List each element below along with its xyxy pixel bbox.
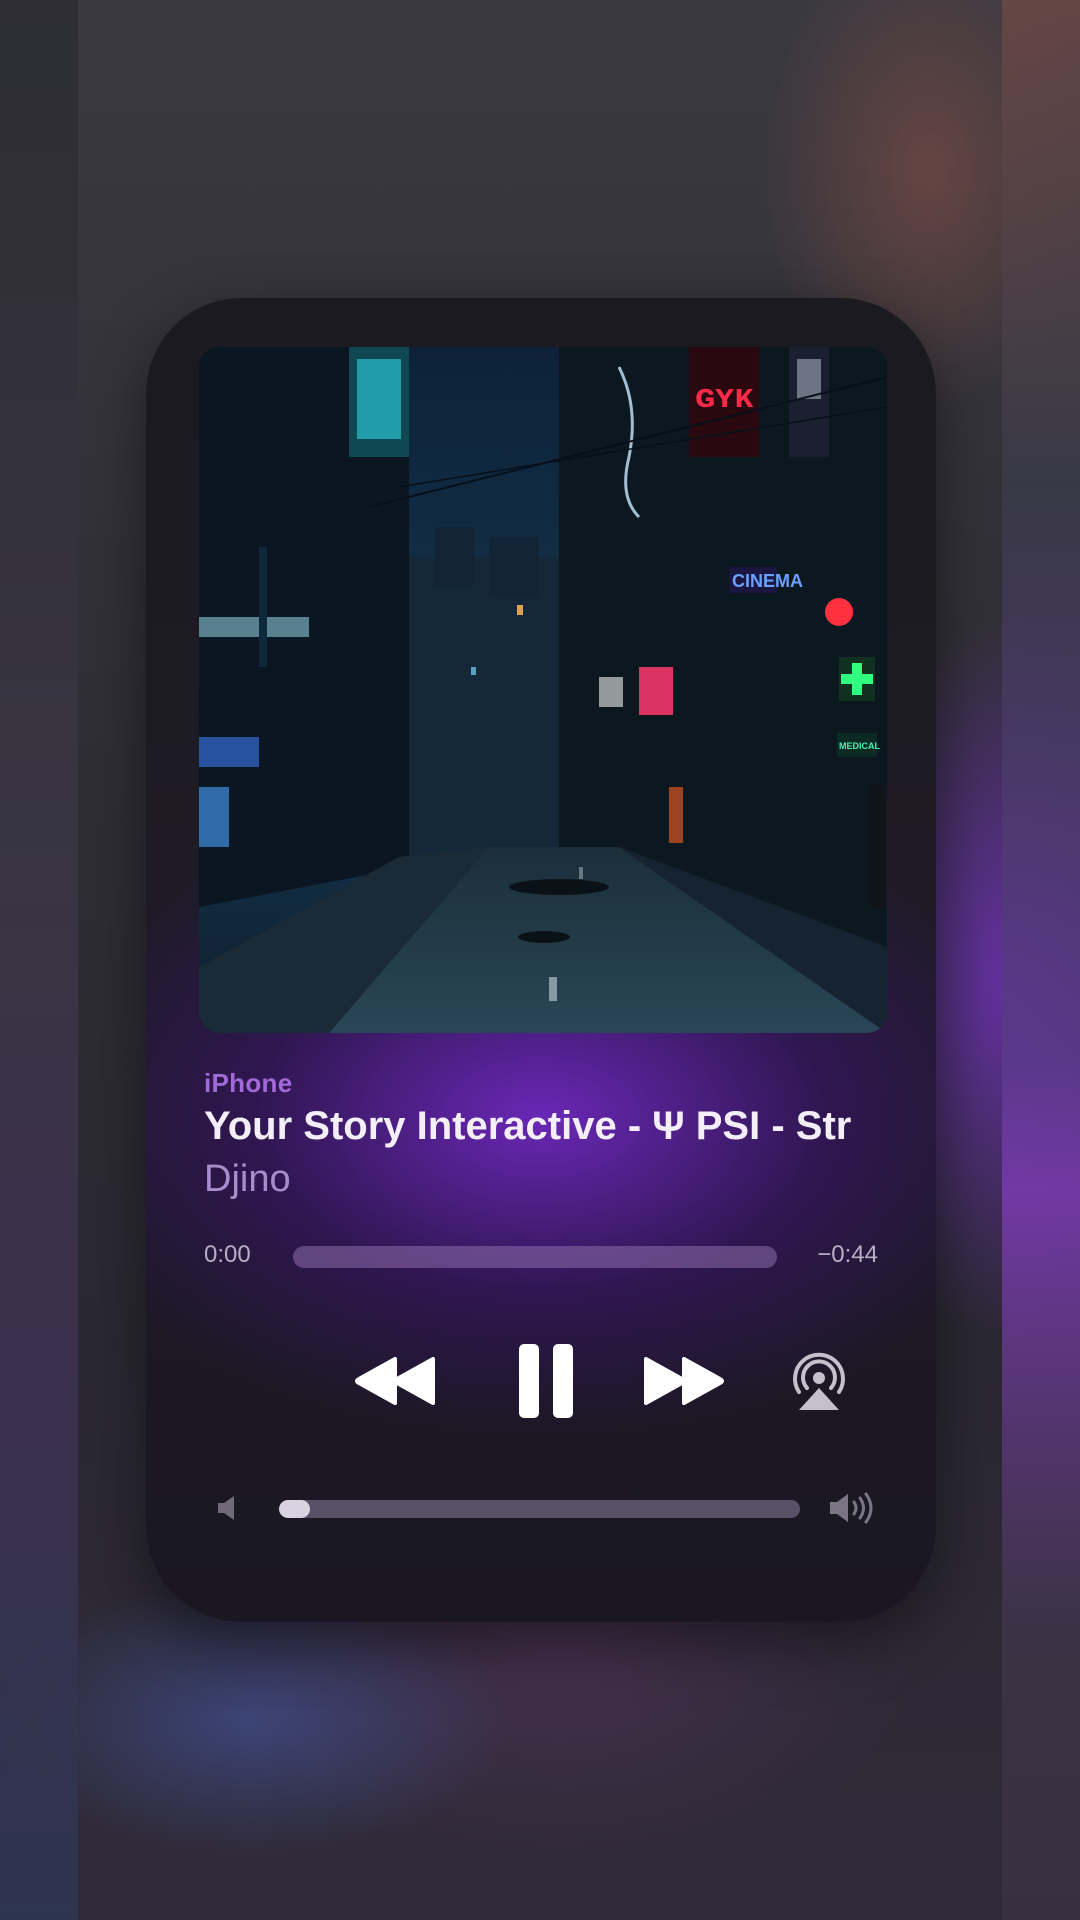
forward-icon bbox=[644, 1357, 724, 1405]
volume-min-indicator bbox=[214, 1494, 242, 1522]
fast-forward-button[interactable] bbox=[640, 1346, 726, 1416]
time-elapsed: 0:00 bbox=[204, 1241, 251, 1268]
volume-level-fill bbox=[279, 1500, 311, 1518]
backward-icon bbox=[355, 1357, 435, 1405]
output-device-label: iPhone bbox=[204, 1068, 293, 1098]
background-edge-left bbox=[0, 0, 78, 1920]
artist-name: Djino bbox=[204, 1158, 291, 1200]
album-artwork-illustration: ɢʏᴋ CINEMA MEDICAL bbox=[199, 347, 887, 1033]
speaker-high-icon bbox=[830, 1492, 873, 1524]
now-playing-card: ɢʏᴋ CINEMA MEDICAL iPhone Your Story Int… bbox=[146, 298, 936, 1622]
playback-scrubber[interactable] bbox=[293, 1246, 777, 1268]
airplay-audio-icon bbox=[793, 1352, 845, 1410]
svg-text:ɢʏᴋ: ɢʏᴋ bbox=[695, 377, 753, 415]
rewind-button[interactable] bbox=[353, 1346, 439, 1416]
speaker-low-icon bbox=[218, 1496, 234, 1520]
airplay-button[interactable] bbox=[784, 1346, 854, 1416]
album-artwork: ɢʏᴋ CINEMA MEDICAL bbox=[199, 347, 887, 1033]
time-remaining: −0:44 bbox=[817, 1241, 878, 1268]
pause-button[interactable] bbox=[506, 1338, 586, 1424]
medical-sign: MEDICAL bbox=[839, 741, 880, 751]
pause-icon bbox=[519, 1344, 573, 1418]
volume-slider[interactable] bbox=[279, 1500, 800, 1518]
cinema-sign: CINEMA bbox=[732, 571, 803, 591]
song-title: Your Story Interactive - Ψ PSI - Str bbox=[204, 1104, 852, 1148]
background-edge-right bbox=[1002, 0, 1080, 1920]
volume-max-indicator bbox=[828, 1491, 878, 1525]
